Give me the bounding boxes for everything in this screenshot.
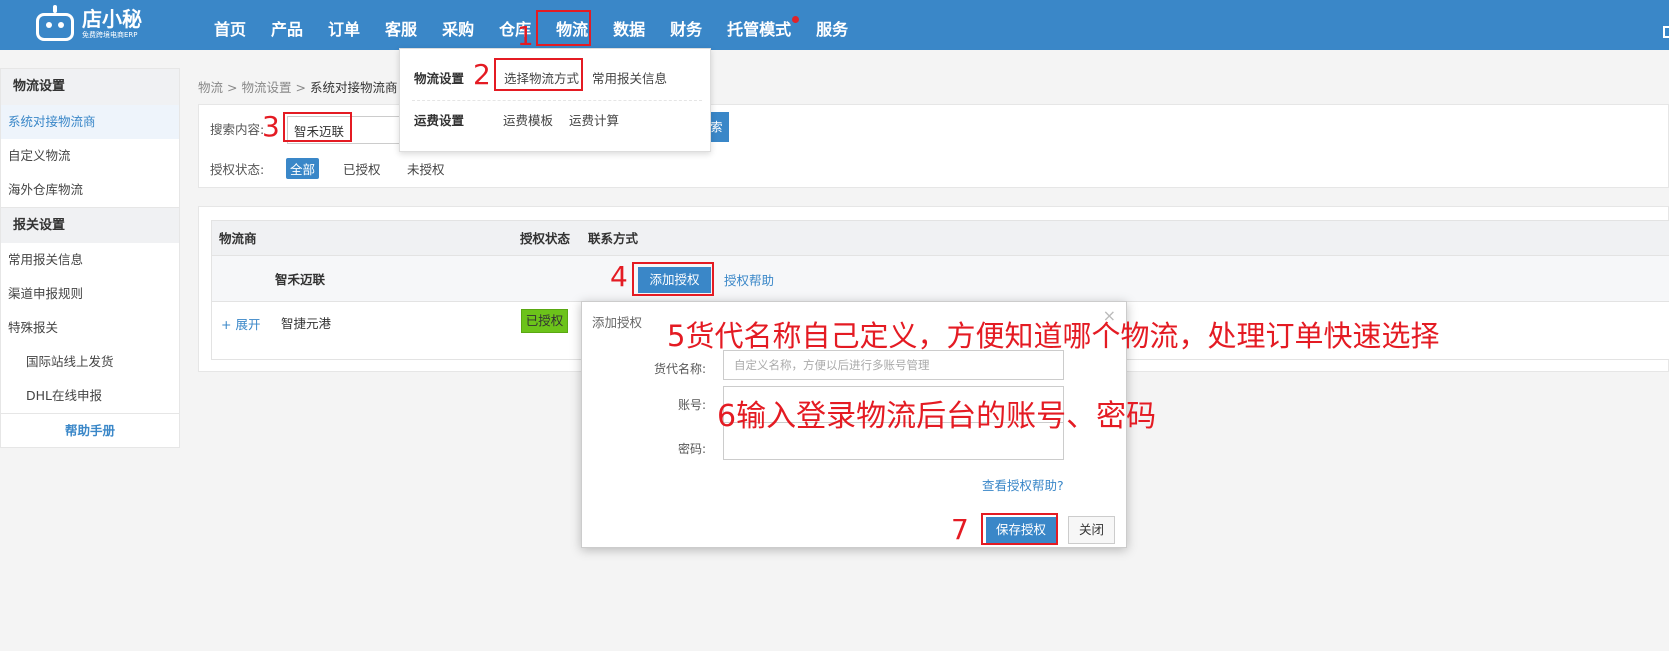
nav-managed-mode[interactable]: 托管模式 (727, 0, 800, 50)
annotation-7: 7 (951, 513, 969, 546)
robot-icon (34, 5, 76, 43)
dropdown-group-logistics: 物流设置 (414, 71, 465, 86)
password-label: 密码: (677, 442, 706, 456)
table-header: 物流商 授权状态 联系方式 (211, 220, 1669, 256)
dialog-title: 添加授权 (592, 315, 643, 330)
nav-purchase[interactable]: 采购 (442, 0, 474, 50)
sidebar-section-customs: 报关设置 (1, 207, 179, 243)
breadcrumb-logistics[interactable]: 物流 (198, 80, 223, 95)
filter-all[interactable]: 全部 (286, 158, 320, 179)
auth-status-label: 授权状态: (210, 162, 265, 177)
account-label: 账号: (677, 398, 706, 412)
dropdown-group-freight: 运费设置 (414, 113, 465, 128)
search-label: 搜索内容: (210, 122, 265, 137)
nav-services[interactable]: 服务 (816, 0, 848, 50)
annotation-2: 2 (473, 58, 491, 91)
sidebar-item-customs-info[interactable]: 常用报关信息 (1, 243, 179, 277)
nav-home[interactable]: 首页 (214, 0, 246, 50)
annotation-box-search (283, 112, 352, 142)
nav-data[interactable]: 数据 (613, 0, 645, 50)
sidebar-item-intl-shipping[interactable]: 国际站线上发货 (1, 345, 179, 379)
view-auth-help-link[interactable]: 查看授权帮助? (982, 475, 1064, 494)
dropdown-divider (412, 100, 702, 101)
annotation-5-text: 5货代名称自己定义，方便知道哪个物流，处理订单快速选择 (667, 319, 1440, 353)
top-nav-bar: 店小秘 免费跨境电商ERP 首页 产品 订单 客服 采购 仓库 物流 数据 财务… (0, 0, 1669, 50)
sidebar-item-channel-rules[interactable]: 渠道申报规则 (1, 277, 179, 311)
menu-item-freight-calc[interactable]: 运费计算 (569, 110, 619, 129)
agent-name-label: 货代名称: (653, 362, 706, 376)
carrier-name: 智捷元港 (281, 316, 332, 331)
annotation-box-select-method (494, 58, 583, 91)
annotation-box-logistics (536, 10, 591, 46)
header-carrier: 物流商 (219, 231, 257, 246)
breadcrumb-settings[interactable]: 物流设置 (241, 80, 291, 95)
filter-authorized[interactable]: 已授权 (343, 159, 381, 178)
status-badge: 已授权 (521, 309, 568, 333)
header-auth-status: 授权状态 (520, 231, 571, 246)
annotation-box-add-auth (632, 262, 714, 296)
nav-orders[interactable]: 订单 (328, 0, 360, 50)
brand-logo[interactable]: 店小秘 免费跨境电商ERP (34, 2, 142, 46)
menu-item-freight-template[interactable]: 运费模板 (503, 110, 553, 129)
sidebar-item-special-customs[interactable]: 特殊报关 (1, 311, 179, 345)
filter-unauthorized[interactable]: 未授权 (407, 159, 445, 178)
header-contact: 联系方式 (588, 231, 639, 246)
carrier-group-name: 智禾迈联 (275, 272, 326, 287)
expand-link[interactable]: + 展开 (221, 314, 260, 333)
carrier-group-row: 智禾迈联 添加授权 授权帮助 (211, 256, 1669, 302)
nav-service[interactable]: 客服 (385, 0, 417, 50)
sidebar-item-system-carriers[interactable]: 系统对接物流商 (1, 105, 179, 139)
notification-dot (792, 16, 800, 23)
sidebar-section-logistics: 物流设置 (1, 69, 179, 105)
sidebar-item-dhl-declare[interactable]: DHL在线申报 (1, 379, 179, 413)
menu-item-customs-info[interactable]: 常用报关信息 (592, 68, 667, 87)
sidebar-item-overseas-warehouse[interactable]: 海外仓库物流 (1, 173, 179, 207)
sidebar-item-custom-logistics[interactable]: 自定义物流 (1, 139, 179, 173)
annotation-1: 1 (517, 22, 534, 52)
breadcrumb-current: 系统对接物流商 (309, 80, 398, 95)
user-menu-icon[interactable] (1663, 26, 1669, 38)
auth-help-link[interactable]: 授权帮助 (724, 270, 774, 289)
sidebar-help-manual[interactable]: 帮助手册 (1, 413, 179, 447)
brand-name: 店小秘 (82, 7, 142, 31)
annotation-box-save (981, 513, 1058, 545)
nav-products[interactable]: 产品 (271, 0, 303, 50)
brand-tagline: 免费跨境电商ERP (82, 31, 138, 39)
annotation-6-text: 6输入登录物流后台的账号、密码 (717, 399, 1157, 434)
annotation-4: 4 (610, 260, 628, 293)
close-dialog-button[interactable]: 关闭 (1068, 516, 1115, 544)
agent-name-input[interactable] (723, 350, 1064, 380)
nav-finance[interactable]: 财务 (670, 0, 702, 50)
sidebar: 物流设置 系统对接物流商 自定义物流 海外仓库物流 报关设置 常用报关信息 渠道… (0, 68, 180, 448)
annotation-3: 3 (262, 110, 280, 143)
breadcrumb: 物流 > 物流设置 > 系统对接物流商 (198, 80, 398, 95)
